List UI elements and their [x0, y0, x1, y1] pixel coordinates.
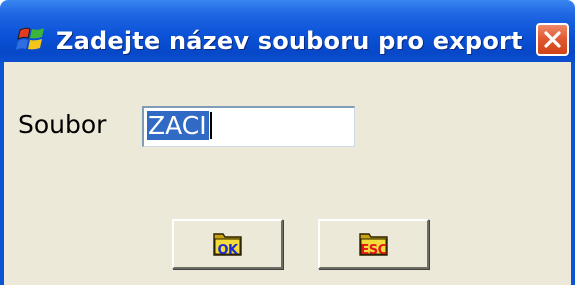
close-button[interactable] — [536, 23, 569, 56]
title-bar[interactable]: Zadejte název souboru pro export — [0, 0, 575, 62]
selected-text: ZACI — [147, 111, 209, 140]
windows-flag-icon — [16, 27, 44, 50]
export-dialog: Zadejte název souboru pro export Soubor … — [0, 0, 575, 285]
close-icon — [544, 31, 561, 48]
file-name-input[interactable]: ZACI — [142, 106, 355, 147]
ok-label: OK — [217, 243, 238, 258]
esc-button[interactable]: ESC — [318, 219, 429, 269]
text-caret — [209, 112, 212, 139]
dialog-body — [0, 62, 575, 285]
esc-label: ESC — [360, 243, 387, 258]
file-label: Soubor — [18, 110, 107, 139]
window-title: Zadejte název souboru pro export — [56, 27, 523, 55]
ok-button[interactable]: OK — [172, 219, 283, 269]
